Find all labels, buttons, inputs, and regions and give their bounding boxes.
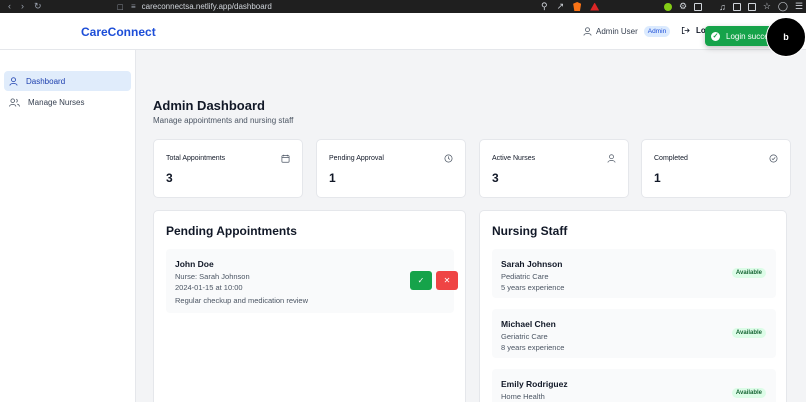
brave-shield-icon[interactable] xyxy=(573,2,582,11)
stat-label: Active Nurses xyxy=(492,155,536,162)
menu-icon[interactable]: ☰ xyxy=(795,1,803,12)
assigned-nurse: Nurse: Sarah Johnson xyxy=(175,272,250,281)
logout-button[interactable]: Lo xyxy=(681,26,706,35)
brand-logo[interactable]: CareConnect xyxy=(81,25,156,39)
panel-title: Nursing Staff xyxy=(492,224,568,238)
puzzle-icon[interactable]: ⚙ xyxy=(679,1,687,12)
appointment-note: Regular checkup and medication review xyxy=(175,296,308,305)
extension-icon[interactable] xyxy=(664,2,672,11)
pending-appointments-panel: Pending Appointments John Doe Nurse: Sar… xyxy=(153,210,466,402)
page-subtitle: Manage appointments and nursing staff xyxy=(153,116,294,125)
stat-value: 1 xyxy=(329,171,336,185)
nurse-card: Emily Rodriguez Home Health Available xyxy=(492,369,776,402)
nurse-experience: 5 years experience xyxy=(501,283,565,292)
stat-label: Completed xyxy=(654,155,688,162)
stat-value: 3 xyxy=(492,171,499,185)
bolt-logo-icon: b xyxy=(783,32,789,42)
sidebar-item-manage-nurses[interactable]: Manage Nurses xyxy=(4,92,131,112)
reject-button[interactable]: ✕ xyxy=(436,271,458,290)
stat-card-pending-approval: Pending Approval 1 xyxy=(316,139,466,198)
site-settings-icon[interactable]: ≡ xyxy=(131,2,136,11)
sidebar-item-label: Manage Nurses xyxy=(28,97,85,107)
check-circle-icon: ✓ xyxy=(711,31,720,41)
role-badge: Admin xyxy=(643,26,671,37)
stat-label: Pending Approval xyxy=(329,155,384,162)
check-circle-icon xyxy=(769,154,778,163)
status-badge: Available xyxy=(731,268,766,278)
browser-nav: ‹ › ↻ xyxy=(8,1,42,12)
user-icon xyxy=(583,27,592,36)
nursing-staff-panel: Nursing Staff Sarah Johnson Pediatric Ca… xyxy=(479,210,787,402)
stat-card-completed: Completed 1 xyxy=(641,139,791,198)
appointment-datetime: 2024-01-15 at 10:00 xyxy=(175,283,243,292)
user-info: Admin User Admin xyxy=(583,26,671,37)
key-icon[interactable]: ⚲ xyxy=(541,1,548,12)
page-title: Admin Dashboard xyxy=(153,98,265,113)
stat-card-active-nurses: Active Nurses 3 xyxy=(479,139,629,198)
bolt-badge[interactable]: b xyxy=(766,17,806,57)
nurse-experience: 8 years experience xyxy=(501,343,565,352)
extension-icons: ⚙ ♫ ☆ ◯ ☰ xyxy=(664,0,803,13)
stat-value: 1 xyxy=(654,171,661,185)
music-icon[interactable]: ♫ xyxy=(719,2,726,12)
share-icon[interactable]: ↗ xyxy=(557,1,565,12)
aria-icon[interactable]: ☆ xyxy=(763,1,771,12)
browser-actions: ⚲ ↗ xyxy=(541,0,600,13)
address-bar[interactable]: careconnectsa.netlify.app/dashboard xyxy=(142,2,272,11)
vpn-icon[interactable]: ◯ xyxy=(778,1,788,12)
sidebar-toggle-icon[interactable] xyxy=(732,2,741,11)
check-icon: ✓ xyxy=(417,276,425,285)
logout-icon xyxy=(681,26,690,35)
stat-value: 3 xyxy=(166,171,173,185)
clock-icon xyxy=(444,154,453,163)
panel-title: Pending Appointments xyxy=(166,224,297,238)
reload-icon[interactable]: ↻ xyxy=(34,1,42,12)
brave-rewards-icon[interactable] xyxy=(590,2,600,11)
back-icon[interactable]: ‹ xyxy=(8,1,11,12)
sidebar: Dashboard Manage Nurses xyxy=(0,50,136,402)
nurse-name: Michael Chen xyxy=(501,319,556,329)
nurse-card: Sarah Johnson Pediatric Care 5 years exp… xyxy=(492,249,776,298)
browser-toolbar: ‹ › ↻ □ ≡ careconnectsa.netlify.app/dash… xyxy=(0,0,806,13)
calendar-icon xyxy=(281,154,290,163)
app-header: CareConnect Admin User Admin Lo xyxy=(0,13,806,50)
nurse-name: Sarah Johnson xyxy=(501,259,563,269)
nurse-specialty: Geriatric Care xyxy=(501,332,548,341)
nurse-specialty: Pediatric Care xyxy=(501,272,549,281)
nurse-card: Michael Chen Geriatric Care 8 years expe… xyxy=(492,309,776,358)
wallet-icon[interactable] xyxy=(747,2,756,11)
patient-name: John Doe xyxy=(175,259,214,269)
bookmark-icon[interactable]: □ xyxy=(118,2,123,12)
nurse-name: Emily Rodriguez xyxy=(501,379,568,389)
close-icon: ✕ xyxy=(443,276,451,285)
sidebar-item-label: Dashboard xyxy=(26,76,66,86)
user-icon xyxy=(607,154,616,163)
user-icon xyxy=(9,76,18,86)
status-badge: Available xyxy=(731,328,766,338)
stat-card-total-appointments: Total Appointments 3 xyxy=(153,139,303,198)
forward-icon[interactable]: › xyxy=(21,1,24,12)
approve-button[interactable]: ✓ xyxy=(410,271,432,290)
stat-label: Total Appointments xyxy=(166,155,226,162)
status-badge: Available xyxy=(731,388,766,398)
sidebar-item-dashboard[interactable]: Dashboard xyxy=(4,71,131,91)
user-name: Admin User xyxy=(596,27,638,36)
nurse-specialty: Home Health xyxy=(501,392,545,401)
screenshot-icon[interactable] xyxy=(694,2,703,11)
users-icon xyxy=(9,97,20,107)
appointment-card: John Doe Nurse: Sarah Johnson 2024-01-15… xyxy=(166,249,458,313)
